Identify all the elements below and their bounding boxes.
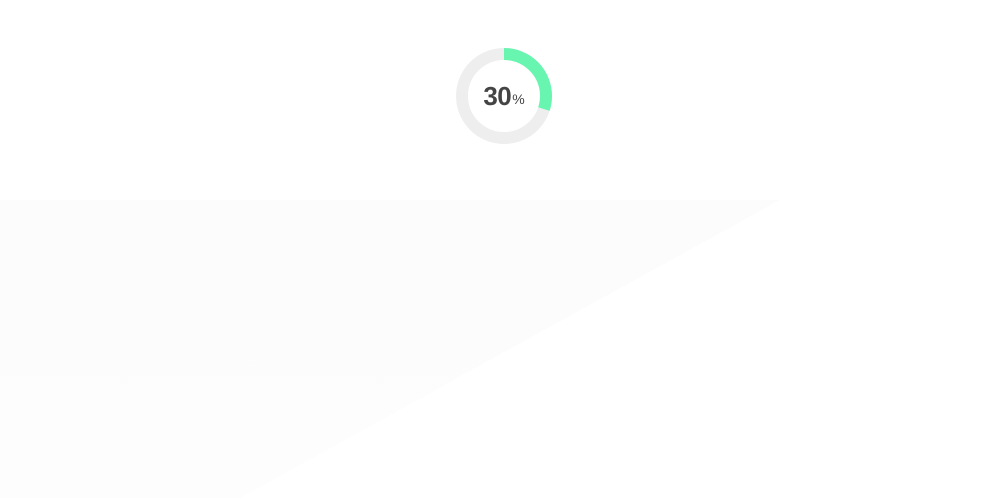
page: 30 %: [0, 0, 1008, 498]
background-shade: [0, 200, 780, 498]
circular-progress: 30 %: [456, 48, 552, 144]
progress-label: 30 %: [456, 48, 552, 144]
progress-unit: %: [512, 91, 525, 107]
progress-value: 30: [483, 80, 512, 111]
